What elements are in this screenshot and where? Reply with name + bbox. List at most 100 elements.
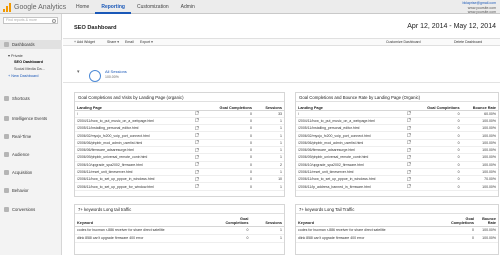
external-link-icon[interactable] (193, 139, 202, 148)
sidebar-item-realtime[interactable]: Real-Time (0, 134, 62, 139)
col-landing-page[interactable]: Landing Page (75, 102, 194, 111)
external-link-icon[interactable] (404, 124, 413, 133)
col-sessions[interactable]: Sessions (253, 102, 284, 111)
table-row[interactable]: /2006/10/upgrade_spa2002_firmware.html 0 2 (75, 161, 284, 169)
col-goal-completions[interactable]: Goal Completions (449, 214, 476, 227)
col-sessions[interactable]: Sessions (250, 214, 284, 227)
table-row[interactable]: /2006/06/firmware_adsaresurge.html 0 1 (75, 146, 284, 155)
external-link-icon[interactable] (404, 175, 413, 184)
col-landing-page[interactable]: Landing Page (296, 102, 405, 111)
table-row[interactable]: /2004/11/how_to_put_music_on_a_webpage.h… (75, 117, 284, 126)
external-link-icon[interactable] (404, 182, 413, 191)
keyword-text[interactable]: codes for bucman r-886 receiver for shar… (75, 226, 224, 235)
table-row[interactable]: dlink 858l can't upgrade firmware 400 er… (75, 234, 284, 243)
table-row[interactable]: /2006/02/myojo_fx200_voip_port_connect.h… (296, 131, 498, 140)
external-link-icon[interactable] (193, 117, 202, 126)
table-row[interactable]: /2006/11/how_to_set_up_pppoe_in_windows.… (75, 175, 284, 184)
landing-page-link[interactable]: / (296, 110, 405, 118)
table-row[interactable]: /2006/09/phpbb_universal_remote_contr.ht… (296, 153, 498, 162)
landing-page-link[interactable]: /2006/06/phpbb_mod_admin_userlist.html (75, 139, 194, 148)
search-input[interactable]: Find reports & more (3, 17, 58, 24)
sidebar-item-social-media[interactable]: Social Media Da... (14, 67, 45, 71)
landing-page-link[interactable]: /2006/11/how_to_set_up_pppoe_for_window.… (75, 182, 194, 191)
table-row[interactable]: /2006/11/reset_unit_timeserver.html 0 1 (75, 168, 284, 177)
table-row[interactable]: /2006/06/phpbb_mod_admin_userlist.html 0 1… (296, 139, 498, 148)
sidebar-item-intelligence[interactable]: Intelligence Events (0, 116, 62, 121)
table-row[interactable]: /2005/11/installing_personal_editor.html… (75, 124, 284, 133)
email-button[interactable]: Email (125, 40, 134, 44)
table-row[interactable]: /2006/02/myojo_fx200_voip_port_connect.h… (75, 131, 284, 140)
keyword-text[interactable]: dlink 858l can't upgrade firmware 400 er… (75, 234, 224, 243)
export-button[interactable]: Export ▾ (140, 40, 153, 44)
sidebar-item-seo-dashboard[interactable]: SEO Dashboard (14, 60, 43, 64)
external-link-icon[interactable] (193, 146, 202, 155)
table-row[interactable]: /2006/11/ip_address_banned_in_firmware.h… (296, 182, 498, 191)
customize-dashboard-button[interactable]: Customize Dashboard (386, 40, 421, 44)
external-link-icon[interactable] (193, 182, 202, 191)
landing-page-link[interactable]: /2004/11/how_to_put_music_on_a_webpage.h… (75, 117, 194, 126)
landing-page-link[interactable]: /2006/09/phpbb_universal_remote_contr.ht… (296, 153, 405, 162)
external-link-icon[interactable] (404, 131, 413, 140)
add-widget-button[interactable]: + Add Widget (74, 40, 95, 44)
table-row[interactable]: /2006/06/phpbb_mod_admin_userlist.html 0 1 (75, 139, 284, 148)
external-link-icon[interactable] (193, 124, 202, 133)
external-link-icon[interactable] (404, 168, 413, 177)
landing-page-link[interactable]: / (75, 110, 194, 118)
table-row[interactable]: /2006/11/how_to_set_up_pppoe_for_window.… (75, 182, 284, 191)
col-bounce-rate[interactable]: Bounce Rate (476, 214, 498, 227)
landing-page-link[interactable]: /2005/11/installing_personal_editor.html (296, 124, 405, 133)
sidebar-item-behavior[interactable]: Behavior (0, 188, 62, 193)
new-dashboard-link[interactable]: + New Dashboard (8, 74, 39, 78)
col-bounce-rate[interactable]: Bounce Rate (461, 102, 498, 111)
sidebar-item-conversions[interactable]: Conversions (0, 207, 62, 212)
delete-dashboard-button[interactable]: Delete Dashboard (454, 40, 482, 44)
landing-page-link[interactable]: /2006/02/myojo_fx200_voip_port_connect.h… (296, 131, 405, 140)
landing-page-link[interactable]: /2006/11/how_to_set_up_pppoe_in_windows.… (75, 175, 194, 184)
sidebar-item-dashboards[interactable]: Dashboards (0, 40, 62, 49)
keyword-text[interactable]: dlink 858l can't upgrade firmware 400 er… (296, 234, 449, 243)
nav-tab-customization[interactable]: Customization (131, 0, 175, 14)
account-menu[interactable]: bklaprise@gmail.com www.yoursite.com www… (462, 1, 496, 15)
nav-tab-reporting[interactable]: Reporting (95, 0, 131, 14)
table-row[interactable]: / 0 60.00% (296, 110, 498, 118)
landing-page-link[interactable]: /2006/02/myojo_fx200_voip_port_connect.h… (75, 131, 194, 140)
external-link-icon[interactable] (404, 146, 413, 155)
landing-page-link[interactable]: /2006/11/reset_unit_timeserver.html (75, 168, 194, 177)
external-link-icon[interactable] (193, 175, 202, 184)
external-link-icon[interactable] (404, 161, 413, 169)
date-range-picker[interactable]: Apr 12, 2014 - May 12, 2014 (407, 23, 496, 30)
keyword-text[interactable]: codes for bucman r-886 receiver for shar… (296, 226, 449, 235)
table-row[interactable]: /2004/11/how_to_put_music_on_a_webpage.h… (296, 117, 498, 126)
landing-page-link[interactable]: /2006/06/firmware_adsaresurge.html (296, 146, 405, 155)
table-row[interactable]: dlink 858l can't upgrade firmware 400 er… (296, 234, 498, 243)
nav-tab-admin[interactable]: Admin (175, 0, 201, 14)
sidebar-item-acquisition[interactable]: Acquisition (0, 170, 62, 175)
landing-page-link[interactable]: /2006/06/phpbb_mod_admin_userlist.html (296, 139, 405, 148)
external-link-icon[interactable] (193, 131, 202, 140)
external-link-icon[interactable] (404, 139, 413, 148)
nav-tab-home[interactable]: Home (70, 0, 95, 14)
table-row[interactable]: /2006/10/upgrade_spa2002_firmware.html 0 1… (296, 161, 498, 169)
sidebar-private-group[interactable]: ▾ Private (8, 53, 23, 58)
external-link-icon[interactable] (404, 110, 413, 118)
segment-dropdown-toggle[interactable]: ▾ (77, 69, 80, 75)
external-link-icon[interactable] (193, 110, 202, 118)
table-row[interactable]: /2006/09/phpbb_universal_remote_contr.ht… (75, 153, 284, 162)
external-link-icon[interactable] (193, 168, 202, 177)
table-row[interactable]: codes for bucman r-886 receiver for shar… (296, 226, 498, 235)
landing-page-link[interactable]: /2006/11/ip_address_banned_in_firmware.h… (296, 182, 405, 191)
col-goal-completions[interactable]: Goal Completions (201, 102, 254, 111)
external-link-icon[interactable] (193, 153, 202, 162)
landing-page-link[interactable]: /2006/11/how_to_set_up_pppoe_in_windows.… (296, 175, 405, 184)
table-row[interactable]: /2006/06/firmware_adsaresurge.html 0 100.0… (296, 146, 498, 155)
sidebar-item-shortcuts[interactable]: Shortcuts (0, 96, 62, 101)
landing-page-link[interactable]: /2006/06/firmware_adsaresurge.html (75, 146, 194, 155)
external-link-icon[interactable] (193, 161, 202, 169)
table-row[interactable]: /2005/11/installing_personal_editor.html… (296, 124, 498, 133)
landing-page-link[interactable]: /2006/11/reset_unit_timeserver.html (296, 168, 405, 177)
col-keyword[interactable]: Keyword (296, 214, 449, 227)
col-goal-completions[interactable]: Goal Completions (412, 102, 462, 111)
landing-page-link[interactable]: /2005/11/installing_personal_editor.html (75, 124, 194, 133)
table-row[interactable]: codes for bucman r-886 receiver for shar… (75, 226, 284, 235)
sidebar-item-audience[interactable]: Audience (0, 152, 62, 157)
